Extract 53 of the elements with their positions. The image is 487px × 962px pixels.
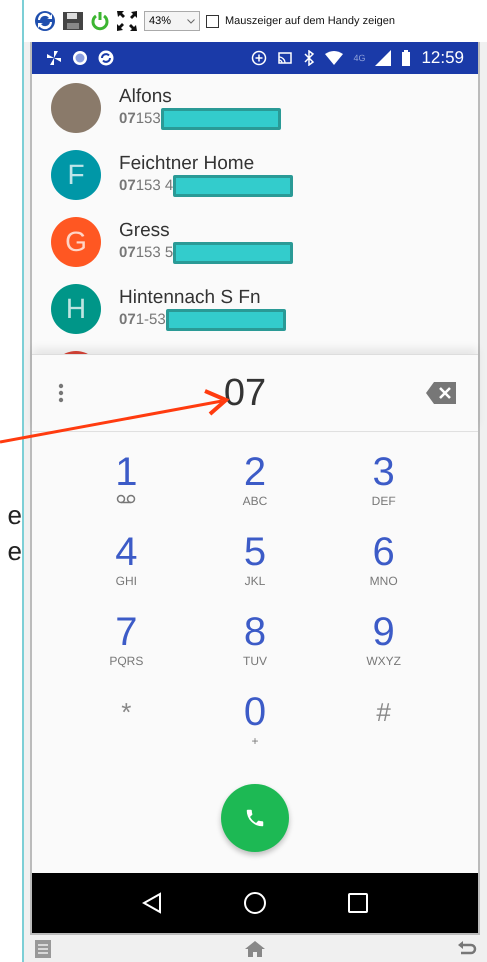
- back-icon[interactable]: [142, 892, 162, 914]
- battery-icon: [401, 50, 412, 66]
- fullscreen-icon[interactable]: [116, 10, 138, 32]
- dial-key[interactable]: 0 +: [190, 682, 320, 762]
- signal-icon: [375, 50, 392, 66]
- home-icon[interactable]: [242, 891, 267, 915]
- dial-key[interactable]: 2 ABC: [190, 442, 320, 522]
- annotation-text: e: [8, 536, 22, 566]
- dial-key[interactable]: 5 JKL: [190, 522, 320, 602]
- checkbox-label: Mauszeiger auf dem Handy zeigen: [225, 15, 395, 27]
- refresh-icon[interactable]: [34, 10, 56, 32]
- record-icon: [72, 50, 88, 66]
- backspace-icon[interactable]: [426, 382, 456, 404]
- power-icon[interactable]: [90, 11, 110, 31]
- cast-icon: [277, 50, 294, 66]
- bluetooth-icon: [303, 50, 316, 66]
- dial-key[interactable]: 1: [62, 442, 191, 522]
- contact-name: Alfons: [119, 86, 173, 108]
- contact-avatar: F: [51, 150, 101, 200]
- more-options-icon: [58, 383, 64, 403]
- dialed-number[interactable]: 07: [224, 372, 266, 414]
- undo-icon[interactable]: [457, 940, 477, 956]
- zoom-dropdown[interactable]: 43%: [144, 11, 200, 31]
- clock-time: 12:59: [421, 48, 464, 68]
- dial-key[interactable]: 8 TUV: [190, 602, 320, 682]
- dial-key[interactable]: 6 MNO: [319, 522, 448, 602]
- contact-avatar: H: [51, 284, 101, 334]
- save-icon[interactable]: [62, 11, 84, 31]
- contact-name: Feichtner Home: [119, 152, 256, 174]
- contact-name: Gress: [119, 220, 171, 242]
- contact-number: 07153 5: [119, 244, 174, 261]
- checkbox[interactable]: [206, 14, 219, 28]
- dial-key[interactable]: 7 PQRS: [62, 602, 191, 682]
- dial-key[interactable]: *: [62, 682, 191, 762]
- contact-number: 07153 4: [119, 177, 174, 194]
- photo-placeholder: [51, 82, 101, 132]
- contact-name: Hintennach S Fn: [119, 286, 262, 308]
- pinwheel-icon: [46, 50, 62, 66]
- caret-icon: [187, 18, 195, 24]
- dial-key[interactable]: 4 GHI: [62, 522, 191, 602]
- contact-number: 071-53: [119, 311, 166, 328]
- dial-key[interactable]: 9 WXYZ: [319, 602, 448, 682]
- recents-icon[interactable]: [348, 893, 368, 913]
- contact-number: 07153: [119, 110, 161, 127]
- sync-icon: [98, 50, 114, 66]
- wifi-icon: [325, 51, 344, 65]
- voicemail-icon: [116, 494, 136, 504]
- dial-key[interactable]: 3 DEF: [319, 442, 448, 522]
- add-circle-icon: [251, 50, 268, 66]
- contact-avatar: G: [51, 216, 101, 266]
- annotation-text: e: [8, 500, 22, 530]
- network-label: 4G: [353, 53, 366, 63]
- dial-key[interactable]: #: [319, 682, 448, 762]
